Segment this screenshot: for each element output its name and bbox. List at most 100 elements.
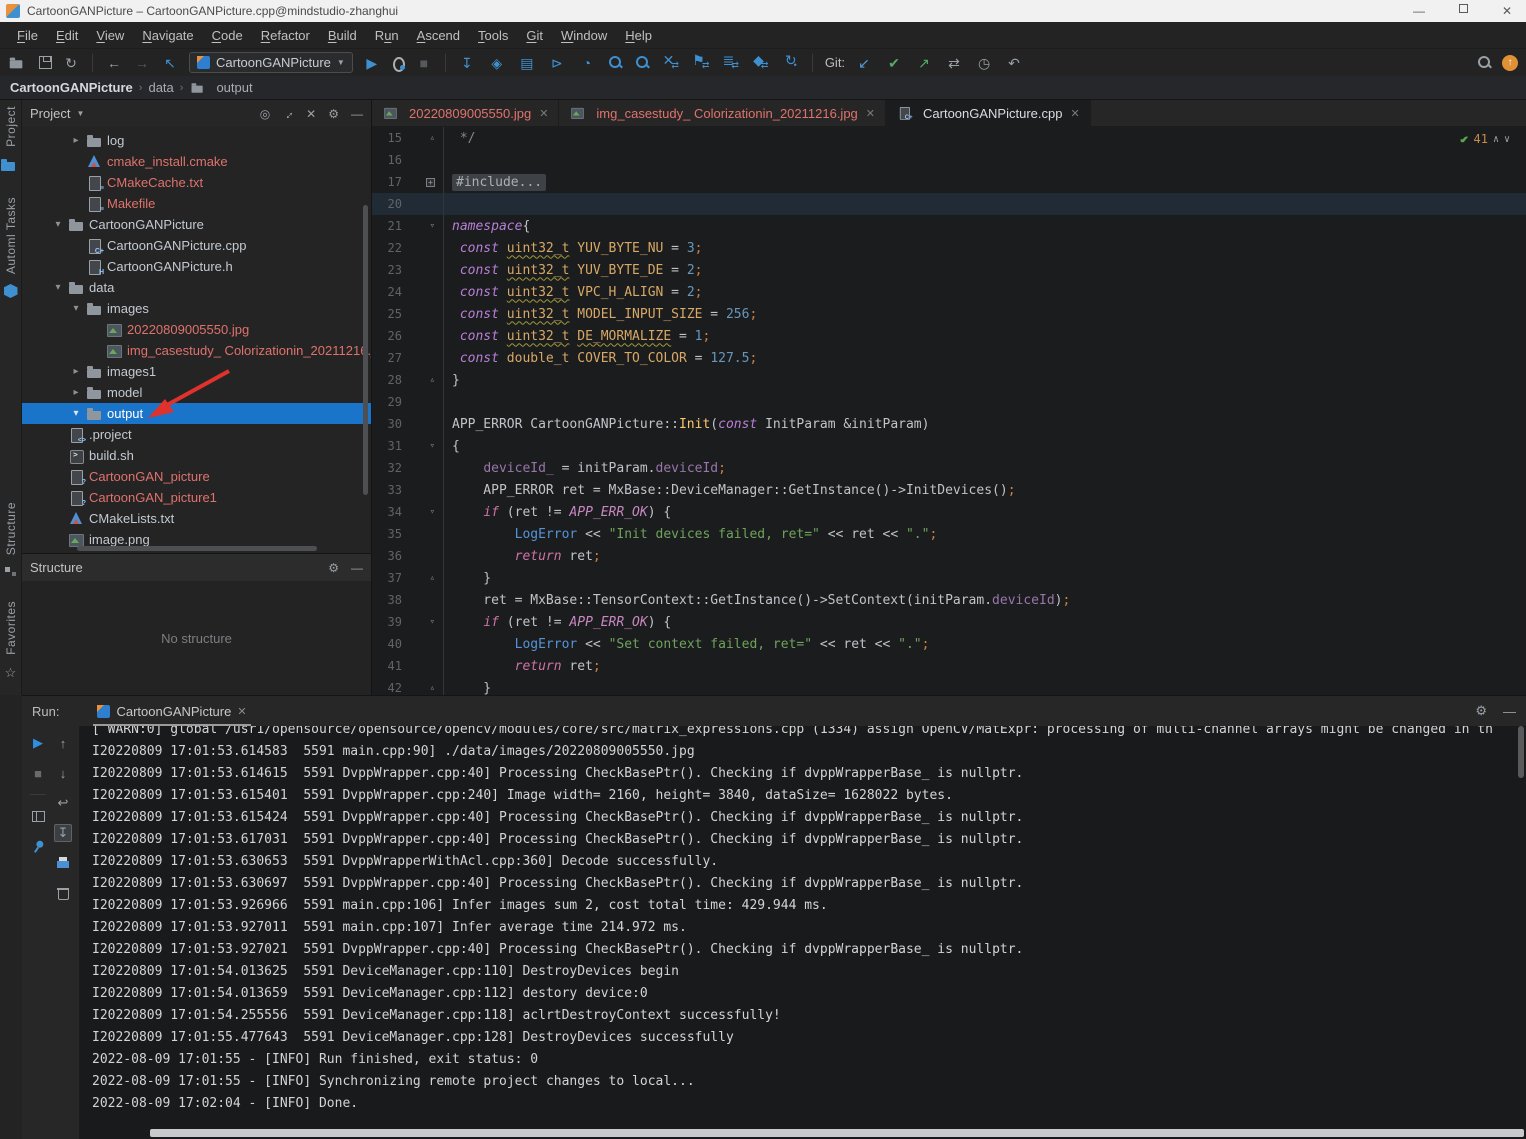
chevron-down-icon[interactable]: ▾ [66,408,86,419]
tree-item-cartoonganpicture-h[interactable]: CartoonGANPicture.h [22,256,371,277]
fold-marker[interactable] [402,633,444,655]
save-all-icon[interactable] [39,56,52,69]
log-search-icon[interactable] [635,55,650,70]
jump-to-icon[interactable]: ↖ [161,54,179,72]
fold-marker[interactable] [402,457,444,479]
menu-navigate[interactable]: Navigate [133,28,202,43]
compare-flag-icon[interactable]: ⚑⇄ [692,51,710,74]
fold-marker[interactable] [402,413,444,435]
remote-run-icon[interactable]: ⊳ [548,54,566,72]
search-everywhere-icon[interactable] [1477,55,1492,70]
menu-window[interactable]: Window [552,28,616,43]
fold-marker[interactable] [402,479,444,501]
fold-marker[interactable] [402,303,444,325]
hide-panel-icon[interactable]: — [351,107,363,121]
fold-marker[interactable] [402,655,444,677]
panel-settings-gear-icon[interactable]: ⚙ [328,107,339,121]
chevron-down-icon[interactable]: ▾ [48,282,68,293]
maximize-button[interactable] [1459,4,1468,13]
next-problem-icon[interactable]: ∨ [1504,134,1510,145]
tree-item-cmake-install-cmake[interactable]: cmake_install.cmake [22,151,371,172]
fold-expand-icon[interactable]: + [426,178,435,187]
tree-vertical-scrollbar[interactable] [363,205,368,495]
tree-item-makefile[interactable]: Makefile [22,193,371,214]
chevron-down-icon[interactable]: ▼ [76,109,84,118]
tab-close-icon[interactable]: ✕ [539,107,548,120]
run-settings-gear-icon[interactable]: ⚙ [1475,703,1487,719]
structure-hide-icon[interactable]: — [351,561,363,575]
tree-item-model[interactable]: ▸model [22,382,371,403]
menu-build[interactable]: Build [319,28,366,43]
deploy-icon[interactable]: ↧ [458,54,476,72]
git-diff-icon[interactable]: ⇄ [945,54,963,72]
editor-tab-img-casestudy-colorizationin-20211216-jpg[interactable]: img_casestudy_ Colorizationin_20211216.j… [559,100,886,126]
chevron-right-icon[interactable]: ▸ [66,387,86,398]
model-analyzer-icon[interactable] [608,55,623,70]
run-tab-close-icon[interactable]: ✕ [237,705,246,718]
remote-sync-icon[interactable]: ↻• [782,51,800,74]
chevron-down-icon[interactable]: ▾ [48,219,68,230]
rerun-icon[interactable]: ▶ [29,734,47,752]
chevron-right-icon[interactable]: ▸ [66,135,86,146]
sidebar-item-project[interactable]: Project [4,106,18,147]
down-stack-trace-icon[interactable]: ↓ [54,764,72,782]
run-hide-icon[interactable]: — [1503,704,1516,719]
minimize-button[interactable]: — [1413,4,1425,18]
structure-settings-gear-icon[interactable]: ⚙ [328,561,339,575]
editor-tab-cartoonganpicture-cpp[interactable]: CartoonGANPicture.cpp✕ [886,100,1091,126]
forward-icon[interactable]: → [133,54,151,72]
tab-close-icon[interactable]: ✕ [866,107,875,120]
tree-item-cmakecache-txt[interactable]: CMakeCache.txt [22,172,371,193]
fold-marker[interactable]: ▵ [402,567,444,589]
locate-file-icon[interactable]: ◎ [260,107,270,121]
console-horizontal-scrollbar[interactable] [150,1129,1524,1137]
sidebar-item-structure[interactable]: Structure [4,502,18,555]
menu-tools[interactable]: Tools [469,28,517,43]
console-vertical-scrollbar[interactable] [1518,726,1524,778]
tree-item-log[interactable]: ▸log [22,130,371,151]
open-project-icon[interactable] [9,55,24,69]
compare-x-icon[interactable]: ✕⇄ [662,51,680,74]
clear-console-icon[interactable] [54,884,72,902]
sidebar-item-automl-tasks[interactable]: Automl Tasks [4,197,18,274]
tree-item-cmakelists-txt[interactable]: CMakeLists.txt [22,508,371,529]
pin-tab-icon[interactable] [29,837,47,855]
fold-marker[interactable]: ▿ [402,215,444,237]
fold-marker[interactable] [402,193,444,215]
tree-item-build-sh[interactable]: build.sh [22,445,371,466]
tree-item-20220809005550-jpg[interactable]: 20220809005550.jpg [22,319,371,340]
fold-marker[interactable]: ▵ [402,127,444,149]
favorites-star-icon[interactable]: ☆ [5,665,17,681]
structure-toolwindow-icon[interactable] [5,565,17,577]
project-toolwindow-icon[interactable] [0,157,17,173]
menu-ascend[interactable]: Ascend [408,28,469,43]
git-commit-icon[interactable]: ✔ [885,54,903,72]
menu-edit[interactable]: Edit [47,28,87,43]
project-panel-title[interactable]: Project [30,106,70,121]
project-tree[interactable]: ▸logcmake_install.cmakeCMakeCache.txtMak… [22,127,371,553]
tree-item-cartoonganpicture[interactable]: ▾CartoonGANPicture [22,214,371,235]
tree-item-images1[interactable]: ▸images1 [22,361,371,382]
stop-icon[interactable]: ■ [415,54,433,72]
chevron-down-icon[interactable]: ▾ [66,303,86,314]
fold-marker[interactable] [402,325,444,347]
tree-item-data[interactable]: ▾data [22,277,371,298]
collapse-all-icon[interactable]: ✕ [306,107,316,121]
chevron-right-icon[interactable]: ▸ [66,366,86,377]
stop-process-icon[interactable]: ■ [29,764,47,782]
tree-item-output[interactable]: ▾output [22,403,371,424]
update-available-icon[interactable]: ↑ [1502,55,1518,71]
tree-horizontal-scrollbar[interactable] [77,546,317,551]
build-config-icon[interactable]: ▤ [518,54,536,72]
git-push-icon[interactable]: ↗ [915,54,933,72]
compare-tree-icon[interactable]: ≣⇄ [722,51,740,74]
menu-code[interactable]: Code [203,28,252,43]
tree-item-cartoonganpicture-cpp[interactable]: CartoonGANPicture.cpp [22,235,371,256]
fold-marker[interactable] [402,523,444,545]
menu-refactor[interactable]: Refactor [252,28,319,43]
package-icon[interactable]: ◈ [488,54,506,72]
git-update-icon[interactable]: ↙ [855,54,873,72]
tab-close-icon[interactable]: ✕ [1070,107,1079,120]
prev-problem-icon[interactable]: ∧ [1493,134,1499,145]
fold-marker[interactable] [402,589,444,611]
